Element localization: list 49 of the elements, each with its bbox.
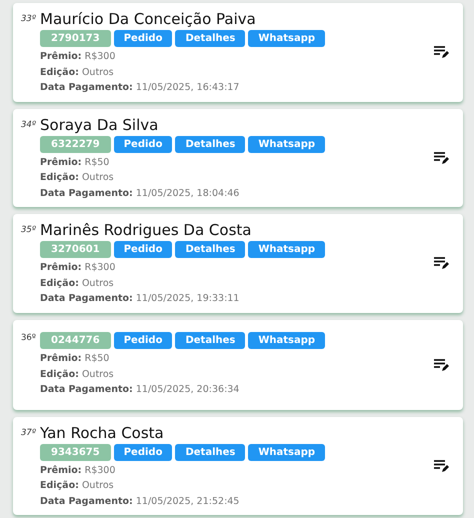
info-line: Data Pagamento: 11/05/2025, 16:43:17	[40, 81, 240, 95]
code-badge: 0244776	[40, 332, 111, 350]
info-line: Edição: Outros	[40, 66, 115, 80]
winner-name: Marinês Rodrigues Da Costa	[40, 220, 252, 240]
info-line: Edição: Outros	[40, 276, 115, 290]
edit-list-icon[interactable]	[433, 150, 449, 165]
action-button[interactable]: Whatsapp	[248, 136, 326, 152]
action-button[interactable]: Whatsapp	[248, 30, 326, 47]
action-button[interactable]: Whatsapp	[248, 241, 326, 258]
action-button[interactable]: Whatsapp	[248, 332, 326, 350]
rank-label: 33º	[21, 13, 37, 24]
code-badge: 9343675	[40, 444, 111, 460]
rank-label: 34º	[21, 118, 37, 130]
action-button[interactable]: Whatsapp	[248, 444, 326, 460]
info-line: Prêmio: R$300	[40, 50, 116, 64]
info-line: Data Pagamento: 11/05/2025, 21:52:45	[40, 494, 240, 508]
edit-list-icon[interactable]	[433, 458, 449, 473]
edit-list-icon[interactable]	[433, 45, 449, 60]
info-line: Prêmio: R$50	[40, 156, 110, 170]
info-line: Prêmio: R$50	[40, 352, 110, 366]
action-button[interactable]: Detalhes	[175, 136, 246, 152]
rank-label: 36º	[21, 332, 37, 344]
info-line: Data Pagamento: 11/05/2025, 19:33:11	[40, 292, 240, 306]
rank-label: 37º	[21, 426, 37, 438]
code-badge: 2790173	[40, 30, 111, 47]
action-button[interactable]: Detalhes	[175, 444, 246, 460]
winner-name: Yan Rocha Costa	[40, 422, 165, 442]
action-button[interactable]: Detalhes	[175, 332, 246, 350]
info-line: Edição: Outros	[40, 171, 115, 185]
rank-label: 35º	[21, 224, 37, 235]
action-button[interactable]: Pedido	[114, 332, 172, 350]
info-line: Data Pagamento: 11/05/2025, 20:36:34	[40, 383, 240, 398]
action-button[interactable]: Pedido	[114, 136, 172, 152]
info-line: Data Pagamento: 11/05/2025, 18:04:46	[40, 186, 240, 200]
info-line: Prêmio: R$300	[40, 464, 116, 478]
action-button[interactable]: Detalhes	[175, 30, 246, 47]
winner-name: Maurício Da Conceição Paiva	[40, 9, 257, 29]
code-badge: 3270601	[40, 241, 111, 258]
edit-list-icon[interactable]	[433, 256, 449, 270]
action-button[interactable]: Pedido	[114, 30, 172, 47]
code-badge: 6322279	[40, 136, 111, 152]
winner-name: Soraya Da Silva	[40, 114, 160, 134]
info-line: Prêmio: R$300	[40, 261, 116, 275]
info-line: Edição: Outros	[40, 479, 115, 493]
action-button[interactable]: Detalhes	[175, 241, 246, 258]
info-line: Edição: Outros	[40, 368, 115, 382]
action-button[interactable]: Pedido	[114, 444, 172, 460]
edit-list-icon[interactable]	[433, 358, 449, 372]
action-button[interactable]: Pedido	[114, 241, 172, 258]
